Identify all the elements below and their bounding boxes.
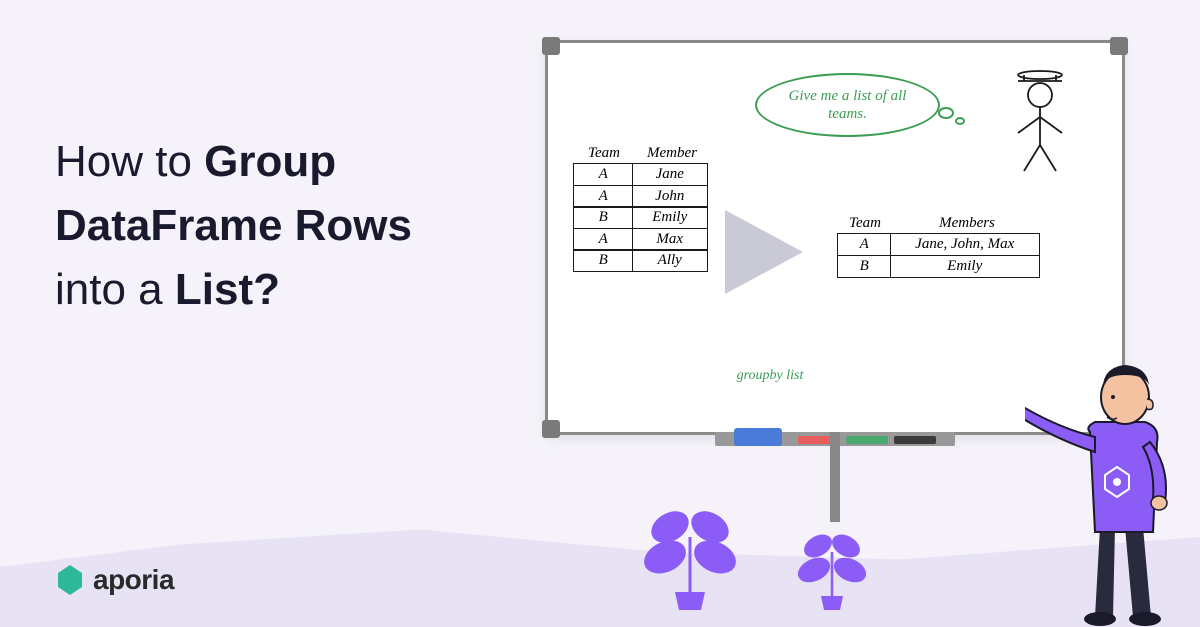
speech-bubble-tail (938, 105, 968, 125)
output-table: Team Members A Jane, John, Max B Emily (838, 215, 1042, 277)
table-header: Team (838, 215, 892, 232)
background-wave (0, 477, 1200, 627)
table-cell: Emily (890, 255, 1040, 278)
aporia-logo-icon (55, 563, 85, 597)
title-bold-2: DataFrame Rows (55, 201, 412, 250)
table-row: A John (574, 186, 710, 208)
frame-corner (1110, 37, 1128, 55)
eraser-icon (734, 428, 782, 446)
plant-illustration (790, 512, 875, 612)
table-row: B Ally (574, 250, 710, 272)
table-cell: John (632, 185, 708, 208)
table-row: B Emily (574, 207, 710, 229)
table-cell: A (837, 233, 891, 256)
table-cell: B (573, 206, 633, 229)
table-cell: Max (632, 228, 708, 251)
title-part-3: into a (55, 265, 175, 314)
brand-logo: aporia (55, 563, 174, 597)
speech-bubble: Give me a list of all teams. (755, 73, 940, 137)
table-row: A Max (574, 229, 710, 251)
marker-icon (894, 436, 936, 444)
table-cell: Jane, John, Max (890, 233, 1040, 256)
person-illustration (1025, 327, 1200, 627)
table-cell: Ally (632, 249, 708, 272)
table-cell: B (837, 255, 891, 278)
frame-corner (542, 420, 560, 438)
logo-text: aporia (93, 564, 174, 596)
title-bold-3: List? (175, 265, 280, 314)
table-cell: A (573, 228, 633, 251)
table-row: A Jane (574, 164, 710, 186)
input-table: Team Member A Jane A John B Emily A Ma (574, 145, 710, 272)
table-row: A Jane, John, Max (838, 234, 1042, 256)
title-part-1: How to (55, 137, 204, 186)
page-title: How to Group DataFrame Rows into a List? (55, 130, 412, 321)
speech-text: Give me a list of all teams. (771, 87, 924, 123)
table-row: B Emily (838, 256, 1042, 278)
table-cell: B (573, 249, 633, 272)
table-header: Team (574, 145, 634, 162)
table-cell: Emily (632, 206, 708, 229)
plant-illustration (635, 482, 745, 612)
funnel-icon: groupby list (725, 210, 803, 294)
frame-corner (542, 37, 560, 55)
table-cell: A (573, 185, 633, 208)
table-header: Member (634, 145, 710, 162)
whiteboard-stand (830, 432, 840, 522)
funnel-label: groupby list (735, 368, 805, 383)
stickman-icon (1000, 67, 1080, 177)
table-cell: Jane (632, 163, 708, 186)
marker-icon (846, 436, 888, 444)
table-header: Members (892, 215, 1042, 232)
table-cell: A (573, 163, 633, 186)
title-bold-1: Group (204, 137, 336, 186)
